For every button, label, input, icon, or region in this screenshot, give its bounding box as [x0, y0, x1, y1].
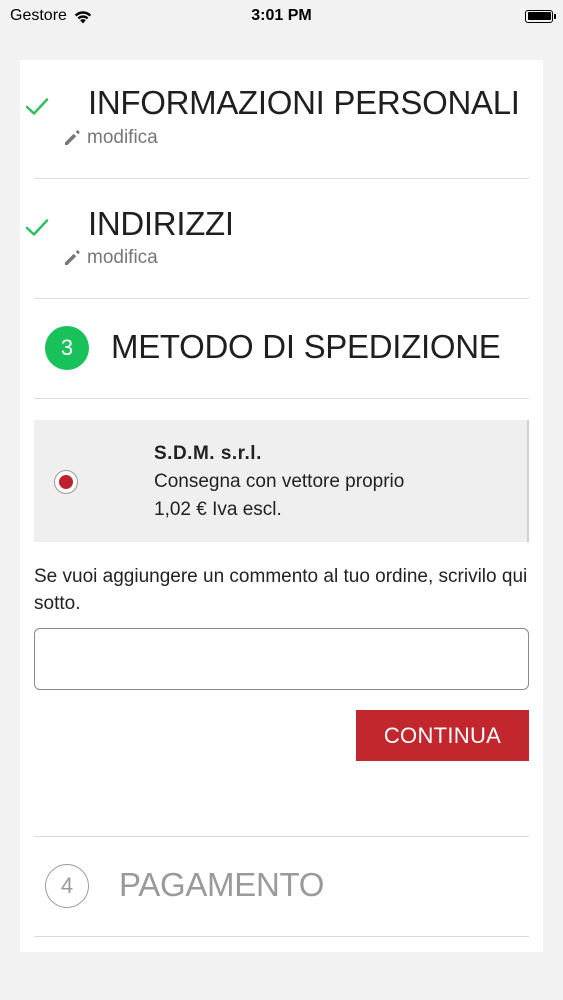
- edit-label: modifica: [87, 127, 158, 148]
- checkout-card: INFORMAZIONI PERSONALI modifica INDIRIZZ…: [20, 60, 543, 952]
- comment-input[interactable]: [34, 628, 529, 690]
- carrier-name: Gestore: [10, 7, 67, 24]
- divider: [34, 936, 529, 937]
- carrier-description: Consegna con vettore proprio: [154, 471, 405, 492]
- carrier-price: 1,02 € Iva escl.: [154, 499, 282, 520]
- edit-addresses-link[interactable]: modifica: [63, 247, 158, 269]
- continue-button[interactable]: CONTINUA: [356, 710, 529, 761]
- shipping-option[interactable]: S.D.M. s.r.l. Consegna con vettore propr…: [34, 420, 529, 542]
- pencil-icon: [65, 250, 80, 265]
- checkmark-icon: [25, 219, 49, 236]
- divider: [34, 836, 529, 837]
- shipping-option-details: S.D.M. s.r.l. Consegna con vettore propr…: [154, 440, 404, 524]
- divider: [34, 178, 529, 179]
- comment-label: Se vuoi aggiungere un commento al tuo or…: [34, 566, 528, 614]
- shipping-option-radio[interactable]: [54, 470, 78, 494]
- battery-icon: [525, 9, 556, 23]
- pencil-icon: [65, 130, 80, 145]
- step-addresses-title: INDIRIZZI: [88, 205, 234, 242]
- step-shipping-title: METODO DI SPEDIZIONE: [111, 328, 501, 365]
- step-number-badge: 4: [45, 864, 89, 908]
- wifi-icon: [74, 10, 92, 23]
- step-payment-title[interactable]: PAGAMENTO: [119, 866, 324, 904]
- divider: [34, 398, 529, 399]
- status-bar: Gestore 3:01 PM: [0, 0, 563, 32]
- divider: [34, 298, 529, 299]
- carrier-name-label: S.D.M. s.r.l.: [154, 443, 262, 464]
- status-left: Gestore: [10, 7, 93, 25]
- checkmark-icon: [25, 98, 49, 115]
- step-personal-info-title: INFORMAZIONI PERSONALI: [88, 84, 520, 121]
- step-number-badge: 3: [45, 326, 89, 370]
- edit-personal-info-link[interactable]: modifica: [63, 127, 158, 149]
- edit-label: modifica: [87, 247, 158, 268]
